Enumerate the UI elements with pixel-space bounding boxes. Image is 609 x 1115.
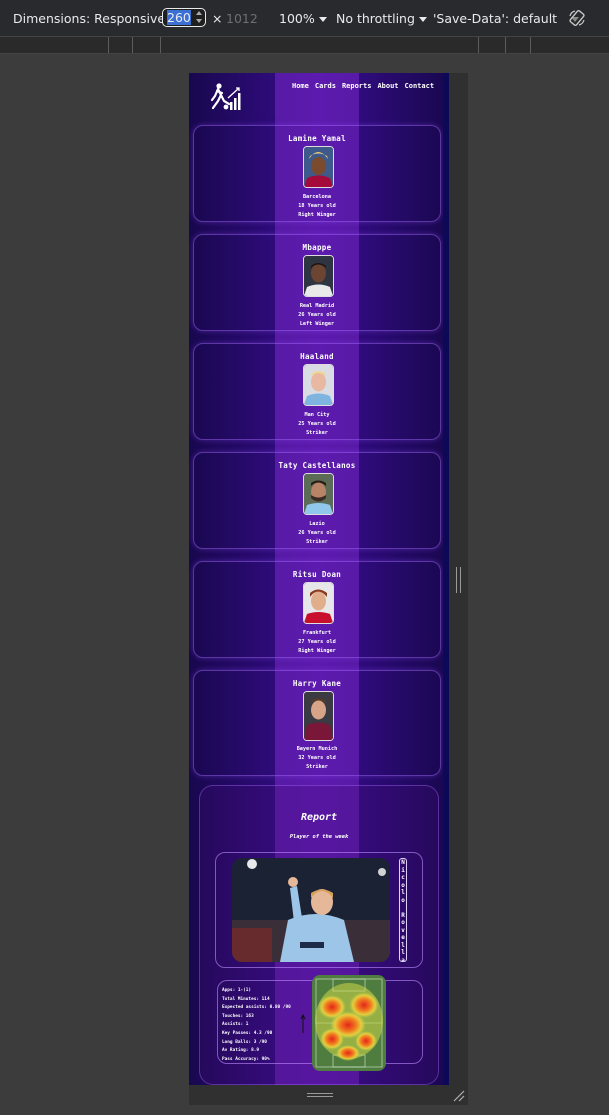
corner-resize-icon[interactable] <box>452 1089 465 1102</box>
stat-touches: Touches: 163 <box>222 1013 254 1019</box>
stat-apps: Apps: 1-(1) <box>222 988 252 993</box>
media-query-ruler[interactable] <box>0 36 609 54</box>
stats-list: Apps: 1-(1) Total Minutes: 114 Expected … <box>222 987 291 1064</box>
zoom-value: 100% <box>279 11 315 26</box>
spinner-icon[interactable] <box>195 10 203 24</box>
player-club: Lazio <box>309 521 325 527</box>
resize-handle[interactable] <box>456 567 461 593</box>
player-position: Striker <box>306 430 328 436</box>
navbar: Home Cards Reports About Contact <box>189 73 449 123</box>
page: Home Cards Reports About Contact Lamine Yama… <box>189 73 449 1085</box>
arrow-up-icon <box>300 1013 306 1033</box>
zoom-dropdown[interactable]: 100% <box>279 11 327 26</box>
player-photo <box>303 255 334 297</box>
throttling-value: No throttling <box>336 11 415 26</box>
player-club: Bayern Munich <box>296 746 338 752</box>
player-name: Lamine Yamal <box>288 134 346 143</box>
player-of-the-week-name: N i c o l o R o v e l l a <box>399 858 407 962</box>
nav-link-cards[interactable]: Cards <box>315 82 336 90</box>
ruler-tick <box>530 37 531 53</box>
save-data-dropdown[interactable]: 'Save-Data': default <box>433 11 580 26</box>
rotate-icon[interactable] <box>568 9 586 27</box>
player-photo <box>303 691 334 741</box>
nav-link-reports[interactable]: Reports <box>342 82 372 90</box>
player-name: Mbappe <box>302 243 332 252</box>
player-card[interactable]: Ritsu Doan Frankfurt 27 Years old Right … <box>193 561 441 658</box>
ruler-tick <box>478 37 479 53</box>
dimensions-label: Dimensions: Responsive <box>13 11 166 26</box>
nav-link-contact[interactable]: Contact <box>405 82 435 90</box>
player-age: 27 Years old <box>298 639 336 645</box>
player-age: 32 Years old <box>298 755 336 761</box>
player-position: Right Winger <box>298 648 336 654</box>
player-card[interactable]: Lamine Yamal Barcelona 18 Years old Righ… <box>193 125 441 222</box>
footballer-chart-logo[interactable] <box>209 82 243 112</box>
report-subtitle: Player of the week <box>289 834 349 840</box>
report-section: Report Player of the week N i c o l o R … <box>199 785 439 1085</box>
player-position: Striker <box>306 539 328 545</box>
player-photo <box>303 146 334 188</box>
player-club: Real Madrid <box>299 303 335 309</box>
width-value: 260 <box>167 10 191 25</box>
chevron-down-icon <box>418 17 427 22</box>
player-of-the-week-card[interactable]: N i c o l o R o v e l l a <box>215 852 423 968</box>
ruler-tick <box>505 37 506 53</box>
player-card[interactable]: Taty Castellanos Lazio 26 Years old Stri… <box>193 452 441 549</box>
player-photo <box>303 364 334 406</box>
ruler-tick <box>160 37 161 53</box>
player-photo <box>303 473 334 515</box>
stat-long-balls: Long Balls: 3 /90 <box>222 1039 267 1045</box>
player-age: 18 Years old <box>298 203 336 209</box>
player-card[interactable]: Harry Kane Bayern Munich 32 Years old St… <box>193 670 441 776</box>
times-sign: × <box>212 11 223 26</box>
save-data-value: 'Save-Data': default <box>433 11 558 26</box>
report-title: Report <box>300 812 338 823</box>
player-position: Left Winger <box>299 321 335 327</box>
player-photo <box>303 582 334 624</box>
stat-total-minutes: Total Minutes: 114 <box>222 996 270 1002</box>
player-card[interactable]: Mbappe Real Madrid 26 Years old Left Win… <box>193 234 441 331</box>
player-age: 25 Years old <box>298 421 336 427</box>
stat-av-rating: Av Rating: 8.9 <box>222 1048 260 1054</box>
player-club: Frankfurt <box>302 630 332 636</box>
devtools-toolbar: Dimensions: Responsive 260 × 1012 100% N… <box>0 0 609 36</box>
ruler-tick <box>108 37 109 53</box>
nav-link-home[interactable]: Home <box>292 82 309 90</box>
player-position: Striker <box>306 764 328 770</box>
player-of-the-week-photo <box>232 858 390 962</box>
player-stats-card: Apps: 1-(1) Total Minutes: 114 Expected … <box>217 975 423 1071</box>
resize-handle[interactable] <box>307 1093 333 1097</box>
nav-links: Home Cards Reports About Contact <box>292 82 440 90</box>
stat-expected-assists: Expected assists: 0.80 /90 <box>222 1005 291 1011</box>
player-name: Harry Kane <box>292 679 342 688</box>
chevron-down-icon <box>318 17 327 22</box>
dimensions-dropdown[interactable]: Dimensions: Responsive <box>13 11 178 26</box>
player-age: 26 Years old <box>298 530 336 536</box>
player-name: Ritsu Doan <box>292 570 342 579</box>
player-age: 26 Years old <box>298 312 336 318</box>
player-club: Man City <box>304 412 330 418</box>
nav-link-about[interactable]: About <box>377 82 398 90</box>
ruler-tick <box>132 37 133 53</box>
stat-pass-accuracy: Pass Accuracy: 90% <box>222 1056 270 1062</box>
height-input[interactable]: 1012 <box>226 11 258 26</box>
throttling-dropdown[interactable]: No throttling <box>336 11 427 26</box>
device-viewport: Home Cards Reports About Contact Lamine Yama… <box>189 73 449 1085</box>
player-position: Right Winger <box>298 212 336 218</box>
player-club: Barcelona <box>302 194 332 200</box>
player-card[interactable]: Haaland Man City 25 Years old Striker <box>193 343 441 440</box>
player-name: Taty Castellanos <box>278 461 356 470</box>
player-heatmap <box>312 975 386 1071</box>
player-name: Haaland <box>300 352 334 361</box>
stat-assists: Assists: 1 <box>222 1022 249 1028</box>
stat-key-passes: Key Passes: 4.3 /90 <box>222 1030 273 1036</box>
width-input[interactable]: 260 <box>162 8 206 27</box>
